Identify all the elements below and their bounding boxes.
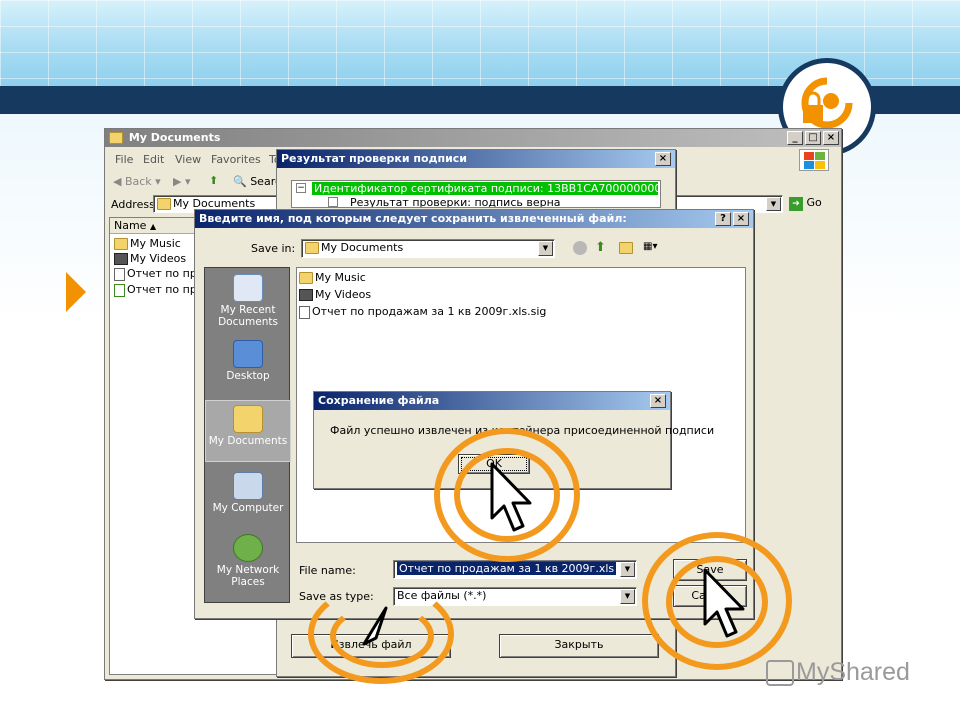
- back-icon[interactable]: [573, 241, 587, 255]
- save-in-value: My Documents: [321, 241, 404, 254]
- help-button[interactable]: ?: [715, 212, 731, 226]
- view-menu-icon[interactable]: ▦▾: [643, 241, 665, 255]
- cart-icon: [766, 660, 794, 687]
- save-titlebar: Введите имя, под которым следует сохрани…: [195, 210, 753, 228]
- certificate-id[interactable]: Идентификатор сертификата подписи: 13BB1…: [312, 182, 658, 195]
- go-label: Go: [806, 196, 822, 209]
- menu-file[interactable]: File: [115, 153, 133, 166]
- list-item[interactable]: My Music: [299, 271, 366, 284]
- windows-logo-icon: [799, 149, 829, 171]
- recent-documents-icon: [233, 274, 263, 302]
- place-my-documents[interactable]: My Documents: [205, 400, 291, 462]
- file-name-value: Отчет по продажам за 1 кв 2009г.xls: [397, 562, 617, 575]
- video-folder-icon: [114, 253, 128, 265]
- new-folder-icon[interactable]: [619, 241, 635, 254]
- save-title: Введите имя, под которым следует сохрани…: [199, 212, 627, 225]
- back-button[interactable]: ◀ Back ▾: [113, 175, 161, 188]
- message-title: Сохранение файла: [318, 394, 440, 407]
- computer-icon: [233, 472, 263, 500]
- place-my-computer[interactable]: My Computer: [205, 468, 291, 530]
- chevron-down-icon[interactable]: ▼: [620, 562, 635, 577]
- back-label: Back: [124, 175, 152, 188]
- save-in-label: Save in:: [251, 242, 296, 255]
- excel-document-icon: [114, 283, 125, 297]
- chevron-down-icon[interactable]: ▼: [766, 197, 781, 211]
- close-button[interactable]: ×: [650, 394, 666, 408]
- place-label: My Network Places: [216, 564, 280, 588]
- close-dialog-button[interactable]: Закрыть: [499, 634, 659, 658]
- place-label: Desktop: [226, 370, 270, 382]
- minimize-button[interactable]: _: [787, 131, 803, 145]
- toolbar: ◀ Back ▾ ▶ ▾ ⬆ 🔍 Search: [109, 172, 288, 192]
- up-folder-icon[interactable]: ⬆: [209, 174, 218, 187]
- list-item[interactable]: Отчет по продажам за 1 кв 2009г.xls.sig: [299, 305, 546, 319]
- list-item-label: My Music: [315, 271, 366, 284]
- forward-button[interactable]: ▶ ▾: [173, 175, 190, 188]
- folder-icon: [619, 242, 633, 254]
- file-name-input[interactable]: Отчет по продажам за 1 кв 2009г.xls ▼: [393, 560, 637, 579]
- menu-bar: File Edit View Favorites To: [113, 153, 293, 169]
- place-desktop[interactable]: Desktop: [205, 336, 291, 398]
- place-label: My Documents: [208, 435, 288, 447]
- list-item[interactable]: My Videos: [299, 288, 371, 301]
- verify-result[interactable]: Результат проверки: подпись верна: [350, 196, 561, 207]
- save-in-select[interactable]: My Documents ▼: [301, 239, 555, 258]
- message-titlebar: Сохранение файла: [314, 392, 670, 410]
- desktop-icon: [233, 340, 263, 368]
- tree-node-icon: [328, 197, 338, 207]
- signature-titlebar: Результат проверки подписи: [277, 150, 675, 168]
- explorer-title: My Documents: [128, 131, 221, 144]
- document-icon: [299, 305, 310, 319]
- menu-edit[interactable]: Edit: [143, 153, 164, 166]
- mouse-cursor-icon: [703, 568, 745, 638]
- document-icon: [114, 267, 125, 281]
- folder-icon: [305, 242, 319, 254]
- menu-view[interactable]: View: [175, 153, 201, 166]
- place-label: My Computer: [212, 502, 284, 514]
- place-label: My Recent Documents: [218, 304, 278, 328]
- chevron-down-icon[interactable]: ▼: [538, 241, 553, 256]
- address-label: Address: [111, 198, 155, 211]
- video-folder-icon: [299, 289, 313, 301]
- places-bar: My Recent Documents Desktop My Documents…: [204, 267, 291, 603]
- my-documents-icon: [233, 405, 263, 433]
- place-network[interactable]: My Network Places: [205, 530, 291, 592]
- go-button[interactable]: ➔ Go: [789, 195, 835, 213]
- menu-favorites[interactable]: Favorites: [211, 153, 261, 166]
- mouse-cursor-icon: [490, 462, 532, 532]
- list-item[interactable]: My Music: [114, 237, 181, 250]
- column-name-label: Name: [114, 219, 147, 232]
- sort-up-icon: ▲: [149, 222, 157, 231]
- folder-icon: [109, 132, 123, 144]
- list-item-label: My Videos: [130, 252, 187, 265]
- watermark-text: MyShared: [796, 658, 910, 686]
- collapse-icon[interactable]: −: [296, 183, 306, 193]
- list-item[interactable]: My Videos: [114, 252, 186, 265]
- mouse-cursor-icon: [362, 606, 388, 646]
- up-folder-icon[interactable]: ⬆: [595, 240, 606, 255]
- go-arrow-icon: ➔: [789, 197, 803, 211]
- file-name-label: File name:: [299, 564, 356, 577]
- close-button[interactable]: ×: [655, 152, 671, 166]
- signature-tree: − Идентификатор сертификата подписи: 13B…: [291, 180, 661, 208]
- folder-icon: [114, 238, 128, 250]
- explorer-titlebar: My Documents: [105, 129, 841, 147]
- bullet-arrow-icon: [66, 272, 86, 312]
- folder-icon: [299, 272, 313, 284]
- close-button[interactable]: ×: [733, 212, 749, 226]
- place-recent[interactable]: My Recent Documents: [205, 270, 291, 332]
- list-item-label: My Music: [130, 237, 181, 250]
- chevron-down-icon[interactable]: ▼: [620, 589, 635, 604]
- close-button[interactable]: ×: [823, 131, 839, 145]
- network-icon: [233, 534, 263, 562]
- folder-icon: [157, 198, 171, 210]
- list-item-label: Отчет по продажам за 1 кв 2009г.xls.sig: [312, 305, 547, 318]
- watermark: MyShared: [766, 658, 936, 692]
- list-item-label: My Videos: [315, 288, 372, 301]
- maximize-button[interactable]: □: [805, 131, 821, 145]
- signature-title: Результат проверки подписи: [281, 152, 468, 165]
